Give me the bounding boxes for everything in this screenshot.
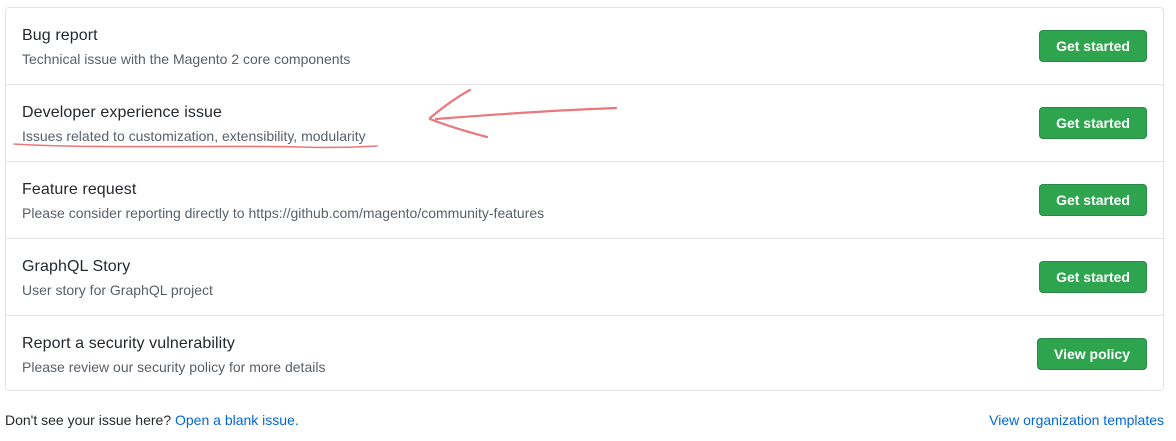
- view-policy-button[interactable]: View policy: [1037, 338, 1147, 370]
- view-organization-templates-link[interactable]: View organization templates: [989, 411, 1164, 429]
- template-text: Feature request Please consider reportin…: [22, 180, 544, 222]
- template-text: GraphQL Story User story for GraphQL pro…: [22, 257, 213, 299]
- get-started-button[interactable]: Get started: [1039, 107, 1147, 139]
- template-description: Please consider reporting directly to ht…: [22, 205, 545, 221]
- template-description: Technical issue with the Magento 2 core …: [22, 51, 351, 67]
- issue-template-list: Bug report Technical issue with the Mage…: [5, 7, 1164, 391]
- template-row-developer-experience: Developer experience issue Issues relate…: [6, 85, 1163, 162]
- template-text: Bug report Technical issue with the Mage…: [22, 26, 350, 68]
- template-row-security-vulnerability: Report a security vulnerability Please r…: [6, 316, 1163, 393]
- template-text: Report a security vulnerability Please r…: [22, 334, 325, 376]
- footer-prompt-text: Don't see your issue here?: [5, 412, 175, 428]
- template-row-graphql-story: GraphQL Story User story for GraphQL pro…: [6, 239, 1163, 316]
- template-description: User story for GraphQL project: [22, 282, 213, 298]
- template-row-feature-request: Feature request Please consider reportin…: [6, 162, 1163, 239]
- open-blank-issue-link[interactable]: Open a blank issue.: [175, 412, 299, 428]
- get-started-button[interactable]: Get started: [1039, 261, 1147, 293]
- template-row-bug-report: Bug report Technical issue with the Mage…: [6, 8, 1163, 85]
- template-text: Developer experience issue Issues relate…: [22, 103, 366, 145]
- template-description: Please review our security policy for mo…: [22, 359, 326, 375]
- template-description: Issues related to customization, extensi…: [22, 128, 366, 144]
- template-title: Feature request: [22, 181, 137, 198]
- template-title: Developer experience issue: [22, 104, 223, 121]
- get-started-button[interactable]: Get started: [1039, 30, 1147, 62]
- template-title: Bug report: [22, 27, 98, 44]
- template-title: Report a security vulnerability: [22, 335, 235, 352]
- get-started-button[interactable]: Get started: [1039, 184, 1147, 216]
- footer-prompt: Don't see your issue here? Open a blank …: [5, 411, 299, 429]
- template-title: GraphQL Story: [22, 258, 131, 275]
